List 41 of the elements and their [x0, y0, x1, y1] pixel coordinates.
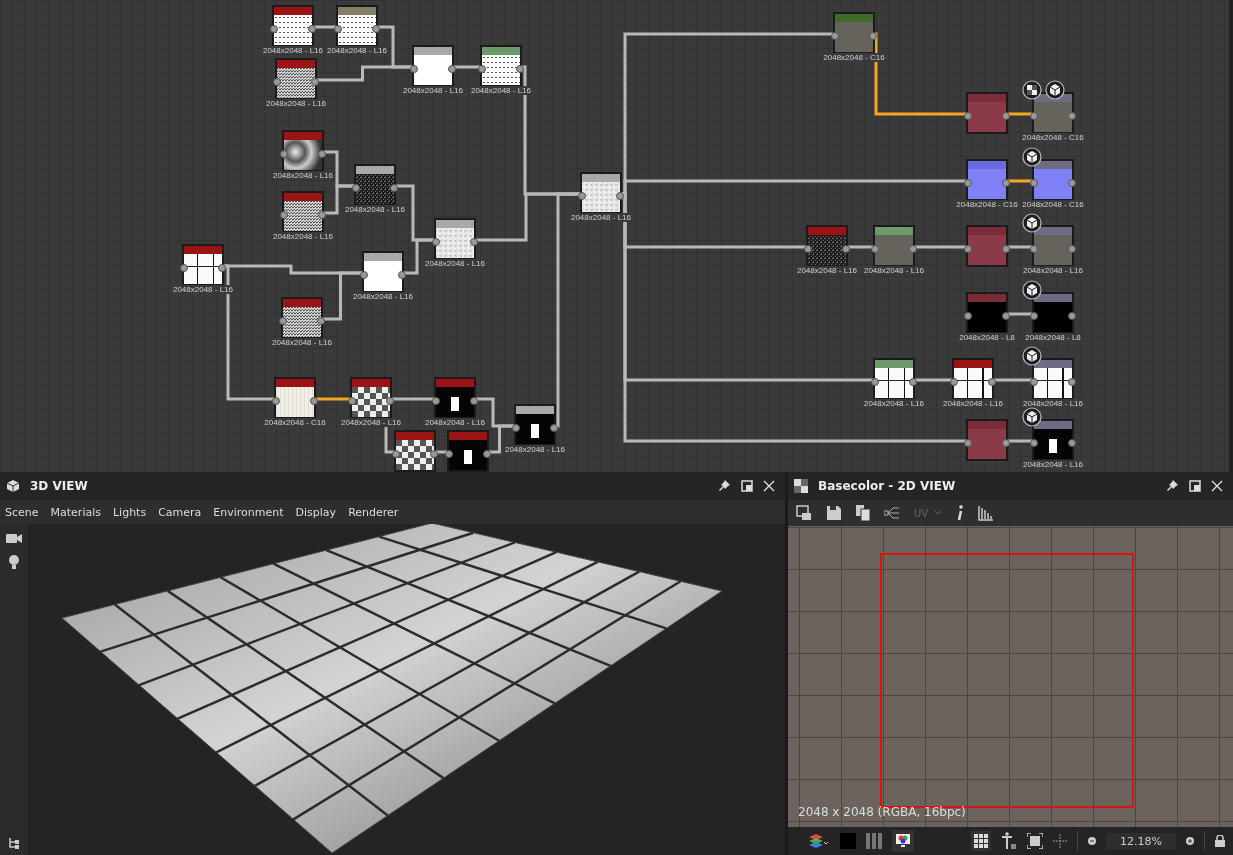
menu-item[interactable]: Renderer — [348, 505, 399, 519]
node-label: 2048x2048 - L16 — [503, 445, 567, 454]
node-label: 2048x2048 - C16 — [1021, 133, 1085, 142]
node-label: 2048x2048 - L16 — [339, 418, 403, 427]
menu-item[interactable]: Camera — [158, 505, 202, 519]
node-label: 2048x2048 - L16 — [271, 232, 335, 241]
node-label: 2048x2048 - L16 — [270, 338, 334, 347]
node-label: 2048x2048 - L16 — [941, 399, 1005, 408]
node-label: 2048x2048 - L16 — [325, 46, 389, 55]
node-label: 2048x2048 - L16 — [351, 292, 415, 301]
node-label: 2048x2048 - L16 — [423, 418, 487, 427]
node-label: 2048x2048 - L16 — [401, 86, 465, 95]
node-label: 2048x2048 - L16 — [469, 86, 533, 95]
node-label: 2048x2048 - L8 — [958, 333, 1016, 342]
resolution-text: 2048 x 2048 (RGBA, 16bpc) — [798, 805, 966, 819]
node-label: 2048x2048 - L16 — [343, 205, 407, 214]
node-label: 2048x2048 - L16 — [1021, 399, 1085, 408]
node-label: 2048x2048 - L16 — [862, 266, 926, 275]
menu-item[interactable]: Materials — [50, 505, 101, 519]
node-label: 2048x2048 - L16 — [862, 399, 926, 408]
node-label: 2048x2048 - C16 — [263, 418, 327, 427]
menu-item[interactable]: Lights — [112, 505, 147, 519]
node-label: 2048x2048 - C16 — [822, 53, 886, 62]
node-label: 2048x2048 - L16 — [271, 171, 335, 180]
node-label: 2048x2048 - L16 — [569, 213, 633, 222]
node-label: 2048x2048 - L8 — [1024, 333, 1082, 342]
panel-title: 3D VIEW — [30, 479, 88, 493]
menu-item[interactable]: Display — [295, 505, 337, 519]
node-label: 2048x2048 - L16 — [795, 266, 859, 275]
node-label: 2048x2048 - C16 — [1021, 200, 1085, 209]
node-label: 2048x2048 - L16 — [1021, 266, 1085, 275]
panel-title: Basecolor - 2D VIEW — [818, 479, 956, 493]
node-label: 2048x2048 - L16 — [423, 259, 487, 268]
node-label: 2048x2048 - L16 — [264, 99, 328, 108]
node-label: 2048x2048 - L16 — [171, 285, 235, 294]
node-label: 2048x2048 - C16 — [955, 200, 1019, 209]
menu-item[interactable]: Scene — [5, 505, 39, 519]
zoom-field[interactable]: 12.18% — [1106, 832, 1176, 850]
menu-item[interactable]: Environment — [213, 505, 284, 519]
node-label: 2048x2048 - L16 — [261, 46, 325, 55]
node-label: 2048x2048 - L16 — [1021, 460, 1085, 469]
